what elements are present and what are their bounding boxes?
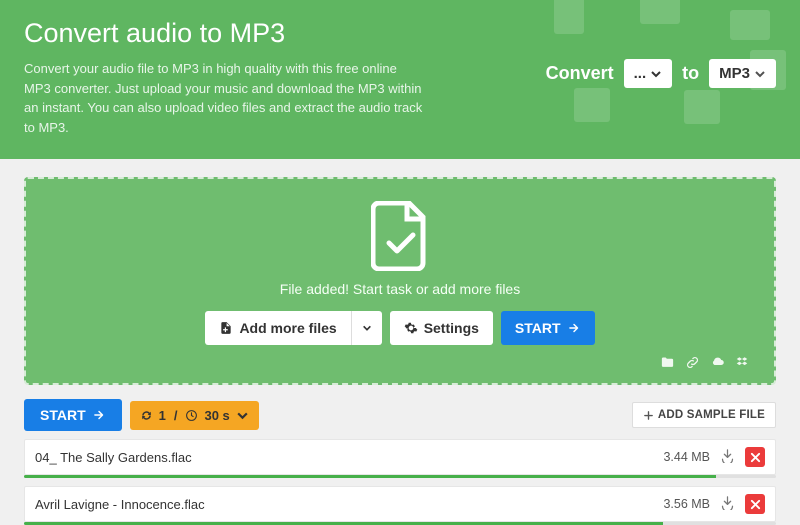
chart-bg-icon (574, 88, 610, 122)
chevron-down-icon (650, 68, 662, 80)
batch-chip[interactable]: 1 / 30 s (130, 401, 259, 430)
doc-bg-icon (554, 0, 590, 36)
settings-button[interactable]: Settings (390, 311, 493, 345)
start-button[interactable]: START (501, 311, 595, 345)
dropbox-icon[interactable] (735, 355, 750, 375)
add-more-files-button[interactable]: Add more files (205, 311, 381, 345)
jpg-bg-icon (730, 10, 770, 50)
gear-icon (404, 321, 418, 335)
file-plus-icon (219, 321, 233, 335)
delete-button[interactable] (745, 447, 765, 467)
download-icon[interactable] (720, 495, 735, 513)
arrow-right-icon (92, 408, 106, 422)
chevron-down-icon (236, 409, 249, 422)
download-icon[interactable] (720, 448, 735, 466)
file-name: 04_ The Sally Gardens.flac (35, 450, 663, 465)
start-all-button[interactable]: START (24, 399, 122, 431)
mail-bg-icon (640, 0, 680, 30)
dropzone[interactable]: File added! Start task or add more files… (24, 177, 776, 385)
file-check-icon (371, 201, 429, 271)
link-icon[interactable] (685, 355, 700, 375)
file-name: Avril Lavigne - Innocence.flac (35, 497, 663, 512)
convert-bar: Convert ... to MP3 (546, 59, 776, 88)
progress-bar (24, 475, 776, 478)
file-size: 3.56 MB (663, 497, 710, 511)
page-description: Convert your audio file to MP3 in high q… (24, 59, 424, 137)
cloud-icon[interactable] (710, 355, 725, 375)
file-row: 04_ The Sally Gardens.flac 3.44 MB (24, 439, 776, 475)
clock-icon (185, 409, 198, 422)
from-format-select[interactable]: ... (624, 59, 673, 88)
folder-icon[interactable] (660, 355, 675, 375)
add-more-caret[interactable] (351, 311, 382, 345)
convert-label: Convert (546, 63, 614, 84)
dropzone-message: File added! Start task or add more files (46, 281, 754, 297)
sync-icon (140, 409, 153, 422)
file-list: 04_ The Sally Gardens.flac 3.44 MB Avril… (24, 439, 776, 525)
pdf-bg-icon (750, 50, 790, 90)
to-label: to (682, 63, 699, 84)
delete-button[interactable] (745, 494, 765, 514)
file-row: Avril Lavigne - Innocence.flac 3.56 MB (24, 486, 776, 522)
add-sample-file-button[interactable]: ADD SAMPLE FILE (632, 402, 776, 428)
arrow-right-icon (567, 321, 581, 335)
hero-banner: Convert audio to MP3 Convert your audio … (0, 0, 800, 159)
file-size: 3.44 MB (663, 450, 710, 464)
chevron-down-icon (362, 323, 372, 333)
png-bg-icon (684, 90, 720, 124)
plus-icon (643, 410, 654, 421)
